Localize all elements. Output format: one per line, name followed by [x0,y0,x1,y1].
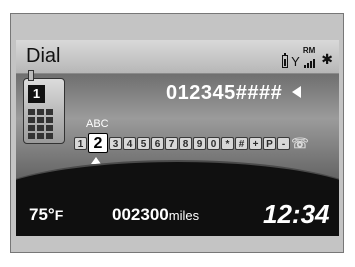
key-plus[interactable]: + [249,136,262,150]
key-3[interactable]: 3 [109,136,122,150]
key-hash[interactable]: # [235,136,248,150]
clock: 12:34 [263,199,330,229]
key-7[interactable]: 7 [165,136,178,150]
roaming-label: RM [302,46,316,55]
dialed-number: 012345#### [166,82,283,104]
footer-bar: 75°F 002300miles 12:34 [16,190,339,236]
status-area: Y RM ✱ [282,46,333,68]
key-2[interactable]: 2 [88,133,108,153]
key-9[interactable]: 9 [193,136,206,150]
odometer-unit: miles [168,208,200,223]
odometer: 002300miles [112,205,199,225]
audio-info-screen: Dial Y RM ✱ 1 012345#### ABC 1 2 3 4 5 6… [16,40,339,236]
key-pause[interactable]: P [263,136,276,150]
temperature-unit: F [54,207,64,223]
key-6[interactable]: 6 [151,136,164,150]
key-8[interactable]: 8 [179,136,192,150]
battery-icon [282,53,289,68]
odometer-value: 002300 [112,205,169,224]
call-icon[interactable]: ☏ [291,136,309,150]
keypad-row: 1 2 3 4 5 6 7 8 9 0 * # + P - ☏ [74,133,309,153]
key-5[interactable]: 5 [137,136,150,150]
temperature-value: 75° [29,205,55,224]
signal-bars-icon [303,59,315,68]
screen-title: Dial [26,45,61,67]
backspace-icon[interactable] [292,86,301,98]
dial-area: 1 012345#### ABC 1 2 3 4 5 6 7 8 9 0 * #… [16,70,339,236]
key-1[interactable]: 1 [74,136,87,150]
signal-group: RM [303,46,315,68]
antenna-icon: Y [291,54,300,69]
header-bar: Dial Y RM ✱ [16,40,339,74]
key-dash[interactable]: - [277,136,290,150]
outside-temperature: 75°F [29,205,63,225]
key-star[interactable]: * [221,136,234,150]
bluetooth-icon: ✱ [321,51,333,67]
key-0[interactable]: 0 [207,136,220,150]
key-4[interactable]: 4 [123,136,136,150]
key-letters: ABC [86,118,109,130]
phone-icon: 1 [23,70,65,144]
phone-display-digit: 1 [28,85,45,103]
